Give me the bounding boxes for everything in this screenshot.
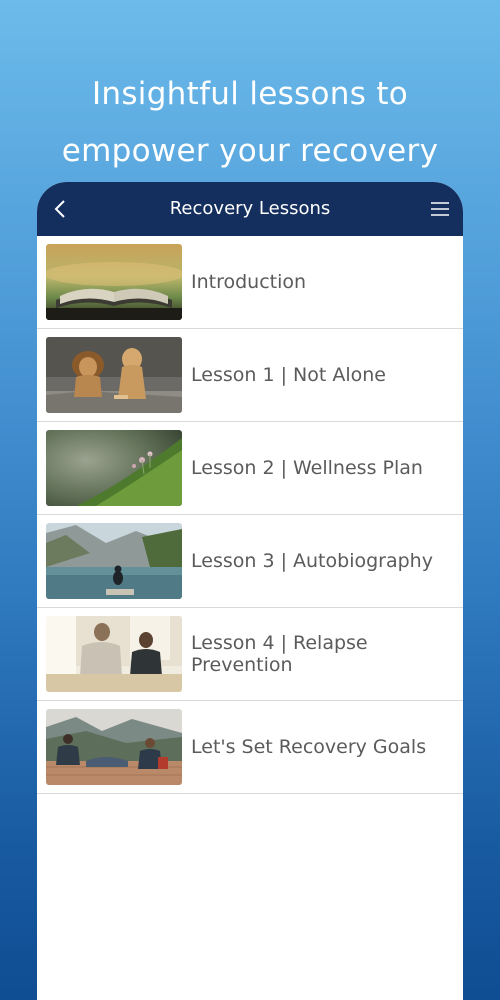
- mountain-lake-image: [46, 523, 182, 599]
- lesson-item-introduction[interactable]: Introduction: [37, 236, 463, 329]
- app-bar: Recovery Lessons: [37, 182, 463, 236]
- lions-image: [46, 337, 182, 413]
- phone-screen: Recovery Lessons Introduction Lesson 1 |…: [37, 182, 463, 1000]
- headline-line-1: Insightful lessons to: [91, 76, 409, 112]
- lesson-item-4[interactable]: Lesson 4 | Relapse Prevention: [37, 608, 463, 701]
- open-book-image: [46, 244, 182, 320]
- lesson-label: Introduction: [191, 271, 307, 293]
- lesson-list: Introduction Lesson 1 | Not Alone Lesson…: [37, 236, 463, 794]
- page-title: Recovery Lessons: [169, 198, 331, 219]
- lesson-label: Lesson 2 | Wellness Plan: [191, 457, 423, 479]
- people-talking-image: [46, 616, 182, 692]
- lesson-label: Lesson 3 | Autobiography: [191, 550, 433, 572]
- menu-button[interactable]: [427, 196, 453, 222]
- lesson-label: Lesson 1 | Not Alone: [191, 364, 386, 386]
- lesson-item-2[interactable]: Lesson 2 | Wellness Plan: [37, 422, 463, 515]
- headline-line-2: empower your recovery: [61, 133, 439, 169]
- friends-mountain-image: [46, 709, 182, 785]
- lesson-item-recovery-goals[interactable]: Let's Set Recovery Goals: [37, 701, 463, 794]
- lesson-item-3[interactable]: Lesson 3 | Autobiography: [37, 515, 463, 608]
- lesson-label: Let's Set Recovery Goals: [191, 736, 427, 758]
- lesson-label: Lesson 4 | Relapse Prevention: [191, 632, 368, 676]
- headline: Insightful lessons to empower your recov…: [0, 66, 500, 180]
- lesson-item-1[interactable]: Lesson 1 | Not Alone: [37, 329, 463, 422]
- moss-sprout-image: [46, 430, 182, 506]
- hamburger-menu-icon: [431, 202, 449, 216]
